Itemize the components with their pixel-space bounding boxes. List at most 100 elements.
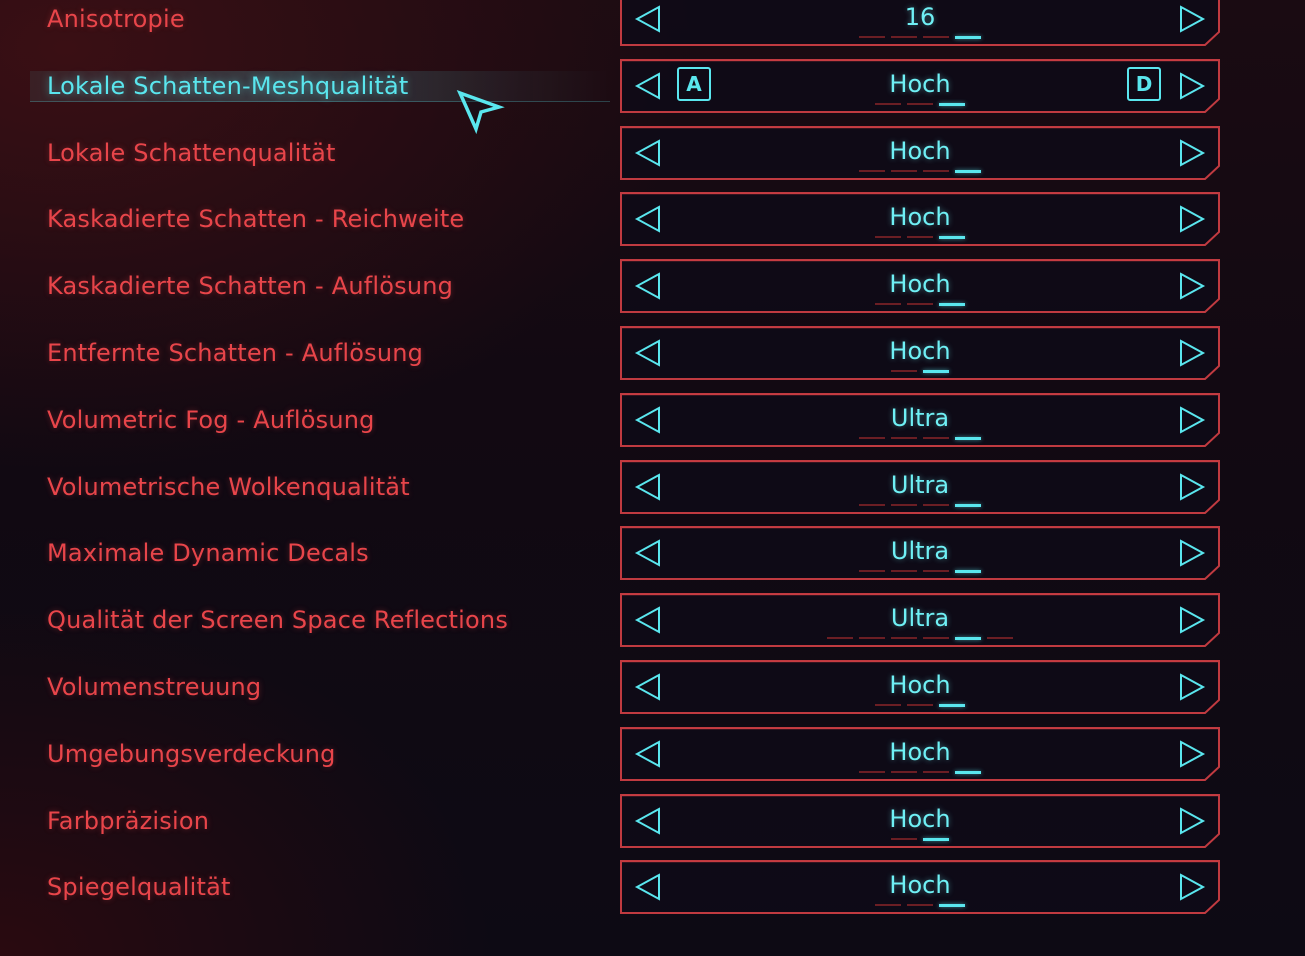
setting-value: Ultra (890, 470, 950, 499)
level-indicator (820, 102, 1020, 107)
option-selector[interactable]: Hoch (620, 192, 1220, 247)
settings-row[interactable]: Lokale Schattenqualität Hoch (0, 125, 1305, 200)
arrow-left-icon[interactable] (634, 272, 662, 300)
arrow-right-icon[interactable] (1178, 339, 1206, 367)
setting-value: Hoch (889, 804, 951, 833)
settings-row[interactable]: Spiegelqualität Hoch (0, 860, 1305, 934)
level-tick (827, 637, 853, 640)
level-tick (907, 704, 933, 706)
level-tick (987, 637, 1013, 640)
arrow-left-icon[interactable] (634, 806, 662, 835)
arrow-left-icon[interactable] (634, 72, 662, 100)
option-selector[interactable]: Ultra (620, 593, 1220, 648)
level-indicator (820, 436, 1020, 441)
arrow-left-icon[interactable] (634, 873, 662, 902)
option-selector[interactable]: Ultra (620, 526, 1220, 581)
level-tick (891, 637, 917, 640)
level-tick (891, 570, 917, 573)
settings-row[interactable]: Anisotropie 16 (0, 0, 1305, 66)
arrow-right-icon[interactable] (1178, 272, 1206, 300)
mouse-cursor-icon (456, 89, 505, 135)
level-tick-active (939, 704, 965, 707)
level-tick (859, 637, 885, 640)
arrow-left-icon[interactable] (634, 673, 662, 701)
level-tick (891, 436, 917, 439)
level-tick-active (939, 904, 965, 908)
arrow-left-icon[interactable] (634, 339, 662, 367)
level-indicator (820, 637, 1020, 641)
setting-label: Volumenstreuung (47, 673, 262, 701)
option-selector[interactable]: 16 (620, 0, 1220, 46)
level-tick-active (939, 102, 965, 106)
arrow-right-icon[interactable] (1178, 72, 1206, 100)
setting-label: Lokale Schattenqualität (47, 138, 336, 167)
level-indicator (820, 370, 1020, 374)
level-tick-active (923, 370, 949, 373)
settings-row[interactable]: Volumetrische Wolkenqualität Ultra (0, 459, 1305, 534)
settings-row[interactable]: Umgebungsverdeckung Hoch (0, 726, 1305, 801)
arrow-left-icon[interactable] (634, 5, 662, 33)
setting-value: Hoch (889, 337, 951, 365)
arrow-right-icon[interactable] (1178, 472, 1206, 501)
settings-row[interactable]: Kaskadierte Schatten - Reichweite Hoch (0, 192, 1305, 266)
setting-label: Kaskadierte Schatten - Auflösung (47, 272, 454, 301)
level-tick (907, 303, 933, 306)
settings-row[interactable]: Entfernte Schatten - Auflösung Hoch (0, 326, 1305, 400)
option-selector[interactable]: Hoch (620, 793, 1220, 848)
level-tick (891, 837, 917, 840)
option-selector[interactable]: Hoch (620, 860, 1220, 915)
arrow-right-icon[interactable] (1178, 5, 1206, 33)
level-indicator (820, 770, 1020, 775)
arrow-left-icon[interactable] (634, 406, 662, 434)
setting-value: Hoch (889, 69, 951, 98)
arrow-right-icon[interactable] (1178, 673, 1206, 701)
arrow-right-icon[interactable] (1178, 205, 1206, 234)
setting-value: 16 (904, 3, 936, 31)
setting-value: Hoch (889, 737, 951, 766)
level-tick (859, 436, 885, 439)
setting-value: Ultra (890, 403, 950, 432)
arrow-right-icon[interactable] (1178, 606, 1206, 634)
settings-row[interactable]: Qualität der Screen Space Reflections Ult… (0, 593, 1305, 667)
arrow-right-icon[interactable] (1178, 740, 1206, 768)
arrow-right-icon[interactable] (1178, 539, 1206, 568)
option-selector[interactable]: Ultra (620, 459, 1220, 514)
arrow-right-icon[interactable] (1178, 138, 1206, 167)
settings-row[interactable]: Lokale Schatten-Meshqualität A D Hoch (0, 58, 1305, 133)
setting-value: Ultra (890, 537, 950, 566)
level-indicator (820, 904, 1020, 908)
arrow-left-icon[interactable] (634, 472, 662, 501)
arrow-left-icon[interactable] (634, 740, 662, 768)
level-tick-active (939, 303, 965, 307)
option-selector[interactable]: Ultra (620, 392, 1220, 447)
settings-row[interactable]: Kaskadierte Schatten - Auflösung Hoch (0, 259, 1305, 333)
setting-value: Ultra (890, 604, 950, 633)
arrow-right-icon[interactable] (1178, 873, 1206, 902)
settings-row[interactable]: Farbpräzision Hoch (0, 793, 1305, 868)
option-selector[interactable]: Hoch (620, 726, 1220, 781)
settings-row[interactable]: Volumetric Fog - Auflösung Ultra (0, 392, 1305, 467)
key-hint-d: D (1127, 66, 1161, 101)
option-selector[interactable]: Hoch (620, 259, 1220, 314)
setting-label: Spiegelqualität (47, 873, 231, 902)
level-indicator (820, 837, 1020, 842)
option-selector[interactable]: A D Hoch (620, 58, 1220, 113)
option-selector[interactable]: Hoch (620, 125, 1220, 180)
level-indicator (820, 169, 1020, 174)
arrow-left-icon[interactable] (634, 606, 662, 634)
level-tick-active (955, 169, 981, 173)
level-tick (875, 704, 901, 706)
level-indicator (820, 236, 1020, 240)
arrow-left-icon[interactable] (634, 205, 662, 234)
arrow-left-icon[interactable] (634, 138, 662, 167)
settings-row[interactable]: Maximale Dynamic Decals Ultra (0, 526, 1305, 600)
arrow-right-icon[interactable] (1178, 406, 1206, 434)
settings-row[interactable]: Volumenstreuung Hoch (0, 660, 1305, 734)
setting-label: Qualität der Screen Space Reflections (47, 606, 509, 635)
setting-value: Hoch (889, 270, 951, 299)
level-tick (891, 503, 917, 506)
option-selector[interactable]: Hoch (620, 660, 1220, 714)
option-selector[interactable]: Hoch (620, 326, 1220, 380)
arrow-left-icon[interactable] (634, 539, 662, 568)
arrow-right-icon[interactable] (1178, 806, 1206, 835)
